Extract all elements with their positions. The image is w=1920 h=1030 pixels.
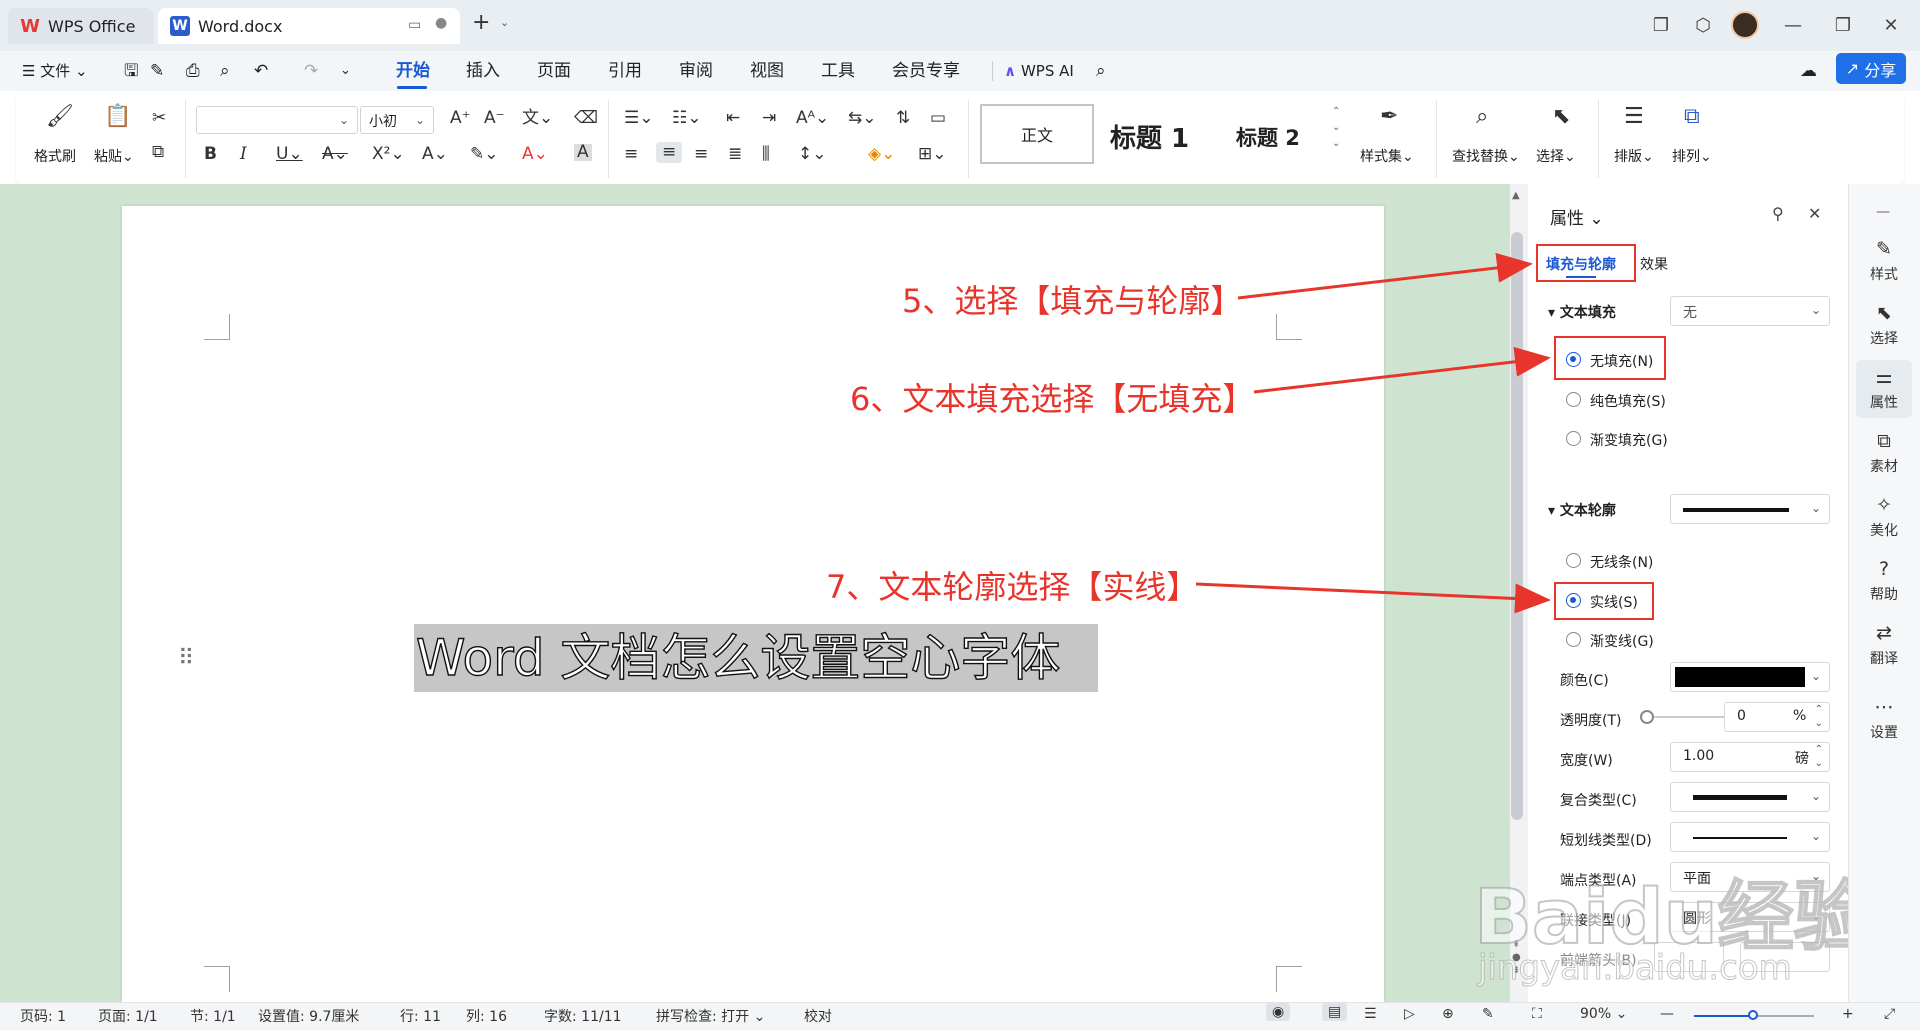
write-mode-icon[interactable]: ✎ — [1482, 1006, 1494, 1022]
zoom-slider-fill — [1694, 1015, 1752, 1017]
zoom-out-icon[interactable]: — — [1660, 1006, 1674, 1022]
eye-protect-icon[interactable]: ◉ — [1266, 1003, 1291, 1021]
fit-page-icon[interactable]: ⛶ — [1532, 1006, 1542, 1022]
annotation-arrows — [1195, 252, 1551, 614]
status-proofread[interactable]: 校对 — [804, 1006, 832, 1026]
status-set-value[interactable]: 设置值: 9.7厘米 — [258, 1006, 359, 1026]
web-view-icon[interactable]: ⊕ — [1442, 1006, 1454, 1022]
status-col[interactable]: 列: 16 — [466, 1006, 507, 1026]
arrow-step7 — [1195, 582, 1551, 614]
status-page-number[interactable]: 页码: 1 — [20, 1006, 66, 1026]
status-spell-check[interactable]: 拼写检查: 打开 ⌄ — [656, 1006, 765, 1026]
page-view-icon[interactable]: ▤ — [1322, 1003, 1348, 1021]
status-pages[interactable]: 页面: 1/1 — [98, 1006, 158, 1026]
status-word-count[interactable]: 字数: 11/11 — [544, 1006, 622, 1026]
outline-view-icon[interactable]: ☰ — [1364, 1006, 1377, 1022]
status-row[interactable]: 行: 11 — [400, 1006, 441, 1026]
zoom-slider-handle[interactable] — [1748, 1010, 1758, 1020]
zoom-level[interactable]: 90% ⌄ — [1580, 1006, 1627, 1022]
status-section[interactable]: 节: 1/1 — [190, 1006, 236, 1026]
fullscreen-icon[interactable]: ⤢ — [1884, 1006, 1895, 1022]
arrow-step6 — [1253, 346, 1551, 394]
play-icon[interactable]: ▷ — [1404, 1006, 1415, 1022]
arrow-step5 — [1237, 252, 1533, 300]
zoom-in-icon[interactable]: + — [1842, 1006, 1854, 1022]
